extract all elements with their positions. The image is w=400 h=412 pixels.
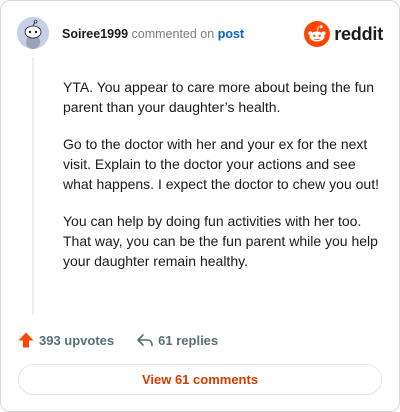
reply-arrow-icon [137, 334, 153, 347]
thread-line [32, 57, 34, 315]
author-name[interactable]: Soiree1999 [62, 27, 128, 41]
reply-button[interactable]: 61 replies [136, 331, 218, 349]
comment-actions: 393 upvotes 61 replies [17, 331, 240, 349]
reddit-wordmark: reddit [334, 24, 383, 44]
commented-on-text: commented on [131, 27, 215, 41]
comment-body: YTA. You appear to care more about being… [63, 77, 379, 288]
upvote-count: 393 upvotes [39, 332, 115, 348]
upvote-arrow-icon [18, 332, 34, 348]
comment-header: Soiree1999 commented on post [62, 26, 244, 42]
comment-paragraph: YTA. You appear to care more about being… [63, 79, 375, 115]
comment-card: Soiree1999 commented on post reddit YTA.… [0, 0, 400, 412]
post-link[interactable]: post [218, 27, 244, 41]
comment-paragraph: Go to the doctor with her and your ex fo… [63, 136, 379, 192]
reddit-logo-icon [304, 21, 331, 47]
reply-count: 61 replies [158, 332, 219, 348]
view-comments-button[interactable]: View 61 comments [18, 364, 382, 395]
comment-paragraph: You can help by doing fun activities wit… [63, 213, 378, 269]
snoo-avatar-icon [17, 17, 49, 49]
reddit-logo[interactable]: reddit [304, 21, 383, 47]
upvote-button[interactable]: 393 upvotes [17, 331, 114, 349]
avatar[interactable] [17, 17, 49, 49]
